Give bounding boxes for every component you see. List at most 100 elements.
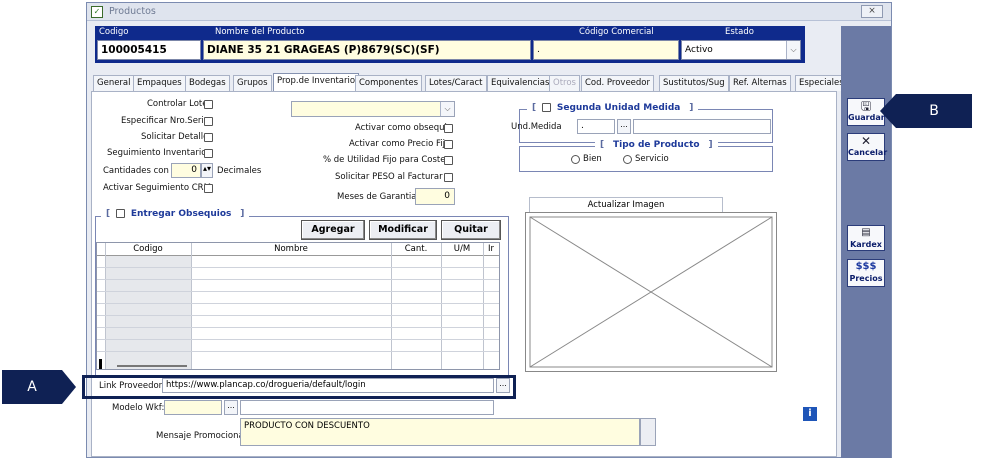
mensaje-promocional-input[interactable]: PRODUCTO CON DESCUENTO: [240, 418, 640, 446]
tab-componentes[interactable]: Componentes: [355, 75, 423, 91]
servicio-label: Servicio: [635, 154, 669, 164]
utilidad-fijo-label: % de Utilidad Fijo para Costeo: [323, 155, 451, 165]
product-header: Codigo Nombre del Producto Código Comerc…: [95, 26, 805, 63]
quitar-button[interactable]: Quitar: [441, 220, 501, 240]
solicitar-peso-checkbox[interactable]: [444, 173, 453, 182]
tab-sustitutos[interactable]: Sustitutos/Sug: [659, 75, 729, 91]
decimales-label: Decimales: [217, 166, 262, 176]
modelo-wkf-button[interactable]: ...: [224, 400, 238, 415]
table-row[interactable]: [97, 317, 499, 328]
controlar-lote-checkbox[interactable]: [204, 100, 213, 109]
close-button[interactable]: ⨯: [861, 5, 883, 18]
obsequios-title: Entregar Obsequios: [127, 209, 235, 219]
estado-label: Estado: [725, 27, 754, 37]
chevron-down-icon[interactable]: ⌵: [786, 41, 800, 59]
estado-value: Activo: [685, 45, 713, 55]
und-medida-input[interactable]: .: [577, 119, 615, 134]
modificar-button[interactable]: Modificar: [369, 220, 437, 240]
codigo-field[interactable]: 100005415: [97, 40, 201, 60]
bien-radio[interactable]: [571, 155, 580, 164]
tab-general[interactable]: General: [93, 75, 135, 91]
tab-prop-inventario[interactable]: Prop.de Inventario: [273, 73, 360, 91]
close-x-icon: ✕: [860, 134, 872, 148]
codigo-comercial-label: Código Comercial: [579, 27, 654, 37]
tab-cod-proveedor[interactable]: Cod. Proveedor: [581, 75, 654, 91]
callout-b-arrow: [880, 94, 896, 128]
ledger-icon: ▤: [861, 227, 871, 238]
tab-equivalencias[interactable]: Equivalencias: [487, 75, 554, 91]
callout-a-highlight: [82, 375, 516, 399]
agregar-button[interactable]: Agregar: [301, 220, 365, 240]
mensaje-scrollbar[interactable]: [640, 418, 656, 446]
grid-scrollbar[interactable]: [117, 365, 187, 367]
activar-obsequio-label: Activar como obsequio: [355, 123, 453, 133]
und-medida-description: [633, 119, 771, 134]
tipo-producto-header: [ Tipo de Producto ]: [595, 140, 718, 150]
app-icon: ✓: [91, 6, 103, 18]
title-bar: ✓ Productos ⨯: [87, 3, 891, 21]
tipo-producto-title: Tipo de Producto: [610, 140, 703, 150]
inventory-dropdown[interactable]: ⌵: [291, 101, 455, 117]
chevron-down-icon[interactable]: ⌵: [440, 102, 454, 116]
actualizar-imagen-button[interactable]: Actualizar Imagen: [529, 197, 723, 213]
grid-cursor: [99, 359, 102, 369]
modelo-wkf-description: [240, 400, 494, 415]
estado-select[interactable]: Activo ⌵: [681, 40, 801, 60]
nombre-label: Nombre del Producto: [215, 27, 305, 37]
obsequios-grid[interactable]: Codigo Nombre Cant. U/M Ir: [96, 242, 500, 370]
codigo-comercial-field[interactable]: .: [533, 40, 679, 60]
solicitar-peso-label: Solicitar PESO al Facturar: [335, 172, 443, 182]
especificar-serie-label: Especificar Nro.Serie: [121, 116, 210, 126]
activar-precio-fijo-label: Activar como Precio Fijo: [349, 139, 451, 149]
floppy-icon: 🖫: [860, 99, 872, 113]
image-placeholder-icon: [529, 216, 773, 368]
utilidad-fijo-checkbox[interactable]: [444, 156, 453, 165]
table-row[interactable]: [97, 341, 499, 352]
tab-bodegas[interactable]: Bodegas: [185, 75, 230, 91]
table-row[interactable]: [97, 269, 499, 280]
activar-precio-fijo-checkbox[interactable]: [444, 140, 453, 149]
table-row[interactable]: [97, 305, 499, 316]
callout-b: B: [896, 94, 972, 128]
table-row[interactable]: [97, 281, 499, 292]
segunda-unidad-header: [ Segunda Unidad Medida ]: [527, 103, 699, 113]
decimales-input[interactable]: 0: [171, 163, 201, 178]
servicio-radio[interactable]: [623, 155, 632, 164]
meses-garantia-input[interactable]: 0: [415, 188, 455, 205]
tab-otros[interactable]: Otros: [549, 75, 580, 91]
grid-col-codigo: Codigo: [133, 244, 163, 254]
segunda-unidad-checkbox[interactable]: [542, 103, 551, 112]
segunda-unidad-title: Segunda Unidad Medida: [553, 103, 684, 113]
tab-empaques[interactable]: Empaques: [133, 75, 186, 91]
tab-especiales[interactable]: Especiales: [795, 75, 848, 91]
table-row[interactable]: [97, 329, 499, 340]
modelo-wkf-label: Modelo Wkf:: [112, 403, 165, 413]
mensaje-promocional-label: Mensaje Promocional: [156, 431, 247, 441]
nombre-field[interactable]: DIANE 35 21 GRAGEAS (P)8679(SC)(SF): [203, 40, 531, 60]
product-image: [525, 212, 777, 372]
kardex-button[interactable]: ▤ Kardex: [847, 225, 885, 251]
precios-button[interactable]: $$$ Precios: [847, 259, 885, 287]
solicitar-detalle-checkbox[interactable]: [204, 133, 213, 142]
bien-label: Bien: [583, 154, 602, 164]
obsequios-header: [ Entregar Obsequios ]: [101, 209, 250, 219]
tab-ref-alternas[interactable]: Ref. Alternas: [729, 75, 791, 91]
modelo-wkf-input[interactable]: [164, 400, 222, 415]
und-medida-lookup-button[interactable]: ...: [617, 119, 631, 134]
obsequios-checkbox[interactable]: [116, 209, 125, 218]
activar-crm-checkbox[interactable]: [204, 184, 213, 193]
grid-col-cant: Cant.: [404, 244, 428, 254]
cancelar-button[interactable]: ✕ Cancelar: [847, 133, 887, 161]
tab-lotes-caract[interactable]: Lotes/Caract: [425, 75, 487, 91]
table-row[interactable]: [97, 293, 499, 304]
especificar-serie-checkbox[interactable]: [204, 117, 213, 126]
seguimiento-inventario-checkbox[interactable]: [204, 149, 213, 158]
tab-grupos[interactable]: Grupos: [233, 75, 272, 91]
decimales-stepper[interactable]: ▴▾: [201, 163, 213, 178]
table-row[interactable]: [97, 257, 499, 268]
info-icon[interactable]: i: [803, 407, 817, 421]
callout-a-arrow: [62, 370, 76, 404]
seguimiento-inventario-label: Seguimiento Inventario: [107, 148, 207, 158]
money-icon: $$$: [855, 261, 877, 272]
activar-obsequio-checkbox[interactable]: [444, 124, 453, 133]
